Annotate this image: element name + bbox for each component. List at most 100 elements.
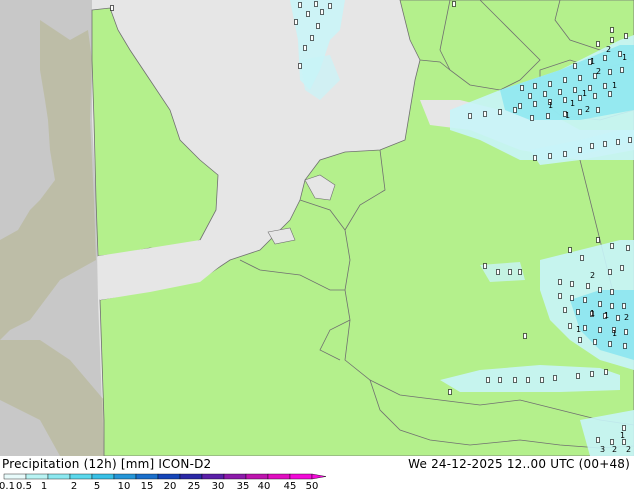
station-marker <box>623 343 627 349</box>
colorbar-tick-label: 30 <box>212 481 225 490</box>
station-marker <box>590 143 594 149</box>
station-marker <box>483 263 487 269</box>
grid-value-label: 2 <box>626 445 631 454</box>
colorbar-tick-label: 10 <box>118 481 131 490</box>
station-marker <box>452 1 456 7</box>
precipitation-colorbar: 0.1 0.5 1 2 5 10 15 20 25 30 35 40 45 50 <box>0 473 327 490</box>
station-marker <box>608 91 612 97</box>
colorbar-tick-label: 0.1 <box>0 481 15 490</box>
grid-value-label: 1 <box>620 431 625 440</box>
grid-value-label: 3 <box>600 445 605 454</box>
station-marker <box>533 155 537 161</box>
station-marker <box>546 113 550 119</box>
colorbar-cell <box>223 473 247 480</box>
station-marker <box>498 109 502 115</box>
station-marker <box>294 19 298 25</box>
colorbar-cell <box>157 473 181 480</box>
colorbar-tick-label: 0.5 <box>16 481 32 490</box>
station-marker <box>578 337 582 343</box>
station-marker <box>583 325 587 331</box>
station-marker <box>568 247 572 253</box>
station-marker <box>518 103 522 109</box>
station-marker <box>578 75 582 81</box>
colorbar-cell <box>179 473 203 480</box>
station-marker <box>540 377 544 383</box>
grid-value-label: 1 <box>565 111 570 120</box>
station-marker <box>588 85 592 91</box>
grid-value-label: 1 <box>590 309 595 318</box>
station-marker <box>610 37 614 43</box>
colorbar-cell <box>25 473 49 480</box>
grid-value-label: 1 <box>612 81 617 90</box>
colorbar-cell <box>69 473 93 480</box>
colorbar-cell <box>267 473 291 480</box>
station-marker <box>558 89 562 95</box>
station-marker <box>610 243 614 249</box>
colorbar-tick-label: 20 <box>164 481 177 490</box>
colorbar-cell <box>113 473 137 480</box>
station-marker <box>486 377 490 383</box>
station-marker <box>610 303 614 309</box>
grid-value-label: 2 <box>590 271 595 280</box>
station-marker <box>603 55 607 61</box>
station-marker <box>590 371 594 377</box>
map-canvas: 1211212111211 1123 2 21 <box>0 0 634 456</box>
station-marker <box>298 63 302 69</box>
station-marker <box>548 81 552 87</box>
colorbar-tick-label: 25 <box>188 481 201 490</box>
colorbar-tick-label: 5 <box>94 481 100 490</box>
station-marker <box>528 93 532 99</box>
station-marker <box>596 437 600 443</box>
colorbar-cell <box>47 473 71 480</box>
colorbar-tick-label: 35 <box>237 481 250 490</box>
grid-value-label: 2 <box>596 67 601 76</box>
station-marker <box>616 139 620 145</box>
grid-value-label: 1 <box>604 311 609 320</box>
colorbar-tick-label: 50 <box>306 481 319 490</box>
colorbar-ticks: 0.1 0.5 1 2 5 10 15 20 25 30 35 40 45 50 <box>0 481 318 490</box>
station-marker <box>573 87 577 93</box>
grid-value-label: 1 <box>590 57 595 66</box>
station-marker <box>580 255 584 261</box>
valid-time: We 24-12-2025 12..00 UTC (00+48) <box>408 457 630 471</box>
station-marker <box>616 315 620 321</box>
station-marker <box>622 425 626 431</box>
station-marker <box>603 83 607 89</box>
station-marker <box>620 67 624 73</box>
station-marker <box>604 369 608 375</box>
station-marker <box>626 245 630 251</box>
station-marker <box>320 9 324 15</box>
grid-value-label: 2 <box>585 105 590 114</box>
station-marker <box>533 83 537 89</box>
grid-value-label: 2 <box>624 313 629 322</box>
station-marker <box>543 91 547 97</box>
station-marker <box>568 323 572 329</box>
station-marker <box>558 293 562 299</box>
station-marker <box>624 33 628 39</box>
grid-value-label: 1 <box>570 99 575 108</box>
station-marker <box>448 389 452 395</box>
grid-value-label: 2 <box>612 445 617 454</box>
station-marker <box>563 97 567 103</box>
station-marker <box>610 27 614 33</box>
station-marker <box>483 111 487 117</box>
station-marker <box>578 147 582 153</box>
station-marker <box>628 137 632 143</box>
grid-value-label: 1 <box>622 53 627 62</box>
station-marker <box>498 377 502 383</box>
station-marker <box>596 107 600 113</box>
station-marker <box>518 269 522 275</box>
station-marker <box>563 151 567 157</box>
station-marker <box>110 5 114 11</box>
grid-value-label: 1 <box>548 101 553 110</box>
station-marker <box>520 85 524 91</box>
station-marker <box>310 35 314 41</box>
colorbar-tick-label: 1 <box>41 481 47 490</box>
station-marker <box>513 377 517 383</box>
colorbar-cell <box>91 473 115 480</box>
colorbar-cell <box>201 473 225 480</box>
station-marker <box>598 287 602 293</box>
station-marker <box>596 41 600 47</box>
station-marker <box>563 307 567 313</box>
station-marker <box>548 153 552 159</box>
